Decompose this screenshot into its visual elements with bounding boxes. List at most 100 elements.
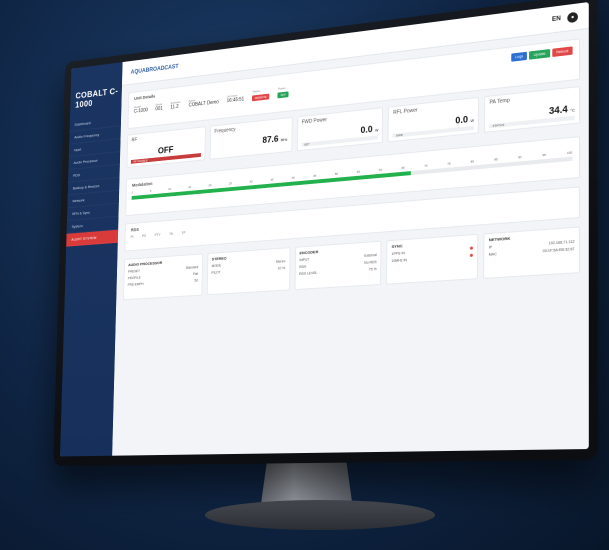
modulation-tick-label: 0 [131, 190, 134, 195]
card-title: FWD Power [301, 117, 327, 126]
modulation-tick-label: 15 [188, 185, 192, 190]
modulation-meter-fill [131, 171, 411, 200]
frequency-unit: MHz [280, 137, 288, 143]
modulation-tick-label: 50 [334, 171, 339, 176]
status-dot-icon [470, 246, 474, 250]
encoder-card: ENCODER INPUT External RDS No RDS RDS LEVE… [294, 240, 382, 291]
card-title: RF [131, 137, 138, 144]
modulation-tick-label: 10 [168, 186, 172, 191]
card-row: RDS LEVEL 75 % [299, 267, 377, 276]
unit-cell-value: 001 [155, 105, 163, 113]
frequency-card: Frequency 87.6 MHz [209, 116, 293, 160]
monitor-base [205, 500, 435, 530]
unit-cell: Unit time 16:45:51 [227, 93, 245, 104]
unit-cell: Software 11.2 [170, 100, 180, 110]
monitor: COBALT C-1000 Dashboard Audio Frequency … [0, 0, 609, 550]
row-value: 50 [194, 278, 199, 283]
modulation-tick-label: 55 [356, 169, 360, 174]
modulation-tick-label: 75 [447, 161, 451, 166]
row-value: 192.168.71.112 [548, 239, 575, 246]
row-label: RDS LEVEL [299, 270, 318, 277]
frequency-value: 87.6 [262, 133, 279, 146]
monitor-bezel: COBALT C-1000 Dashboard Audio Frequency … [53, 0, 598, 466]
modulation-tick-label: 80 [470, 159, 475, 164]
rds-field: TA [169, 231, 173, 236]
topbar-right: EN ● [552, 11, 579, 25]
card-row: PILOT 10 % [211, 266, 285, 275]
unit-cell: Name COBALT Demo [188, 96, 218, 108]
language-selector[interactable]: EN [552, 15, 561, 22]
rds-field: PI [130, 235, 134, 239]
modulation-tick-label: 5 [149, 188, 152, 193]
sync-card: SYNC 1PPS IN 10MHz IN [386, 233, 479, 285]
card-title: Frequency [214, 126, 236, 135]
row-value: Stereo [275, 259, 286, 264]
card-row: PRE-EMPH 50 [128, 279, 198, 287]
rds-field: PS [141, 234, 147, 239]
row-value: External [364, 253, 377, 258]
pa-temp-unit: °C [570, 108, 575, 113]
modulation-tick-label: 70 [424, 163, 428, 168]
status-dot-icon [469, 253, 474, 257]
pa-temp-value: 34.4 [548, 103, 568, 117]
user-avatar-icon[interactable]: ● [567, 11, 579, 23]
row-value: 00:1F:5A:EB:32:67 [542, 246, 575, 254]
modulation-tick-label: 95 [542, 152, 546, 158]
power-cell: Power OFF [277, 85, 289, 99]
row-label: PRESET [127, 269, 141, 274]
power-label: Power [277, 85, 286, 91]
row-label: MODE [211, 263, 222, 269]
network-card: NETWORK IP 192.168.71.112 MAC 00:1F:5A:EB:… [483, 226, 581, 279]
row-label: PROFILE [127, 275, 141, 281]
card-value: 87.6 MHz [214, 133, 287, 150]
row-value: 75 % [368, 267, 377, 272]
pa-temp-card: PA Temp 34.4 °C STATUS [484, 85, 581, 133]
screen: COBALT C-1000 Dashboard Audio Frequency … [60, 2, 589, 457]
modulation-tick-label: 35 [270, 177, 274, 182]
status-badge: REMOTE [252, 93, 270, 102]
nav-list: Dashboard Audio Frequency Input Audio Pr… [66, 113, 122, 247]
row-label: MAC [488, 252, 497, 257]
row-label: IP [488, 245, 493, 250]
rfl-power-unit: W [470, 118, 474, 124]
unit-cell: Serial 001 [155, 102, 162, 112]
row-label: INPUT [299, 257, 310, 263]
rfl-power-value: 0.0 [455, 114, 469, 126]
audio-processor-card: AUDIO PROCESSOR PRESET Standard PROFILE Fl… [123, 253, 203, 301]
breadcrumb[interactable]: AQUABROADCAST [131, 64, 179, 76]
unit-cell-value: 16:45:51 [226, 96, 245, 105]
fwd-power-unit: W [375, 128, 379, 133]
rds-field: TP [181, 230, 186, 236]
fwd-power-value: 0.0 [360, 124, 373, 136]
main-content: AQUABROADCAST EN ● Unit Details Model C-1… [112, 2, 589, 456]
stereo-card: STEREO MODE Stereo PILOT 10 % [206, 247, 291, 296]
sidebar-item-alert[interactable]: ALERT SYSTEM [66, 229, 119, 247]
modulation-tick-label: 60 [378, 167, 383, 172]
modulation-tick-label: 85 [494, 157, 498, 162]
row-label: 1PPS IN [391, 251, 405, 257]
modulation-tick-label: 40 [291, 175, 295, 180]
power-badge: OFF [277, 91, 289, 99]
status-cell: Status REMOTE [252, 88, 270, 102]
row-label: 10MHz IN [391, 258, 407, 264]
row-label: PRE-EMPH [127, 282, 144, 287]
modulation-tick-label: 90 [518, 154, 522, 160]
row-value: Standard [185, 265, 199, 270]
rds-field: PTY [154, 232, 161, 238]
rf-card: RF OFF RF ENABLE [126, 126, 206, 168]
row-value: 10 % [277, 266, 286, 271]
modulation-tick-label: 25 [228, 181, 232, 186]
row-label: PILOT [211, 270, 221, 275]
brand-title: COBALT C-1000 [75, 86, 119, 110]
modulation-tick-label: 30 [249, 179, 253, 184]
fwd-power-card: FWD Power 0.0 W SET [296, 107, 384, 152]
modulation-tick-label: 65 [401, 165, 405, 170]
unit-cell-value: C-1000 [133, 107, 148, 115]
row-value: No RDS [364, 260, 377, 265]
unit-cell-value: 11.2 [170, 103, 179, 111]
modulation-tick-label: 45 [313, 173, 317, 178]
rfl-power-card: RFL Power 0.0 W SWR [387, 96, 480, 143]
row-value: Flat [192, 271, 199, 277]
modulation-tick-label: 100 [566, 150, 573, 156]
modulation-tick-label: 20 [208, 183, 212, 188]
